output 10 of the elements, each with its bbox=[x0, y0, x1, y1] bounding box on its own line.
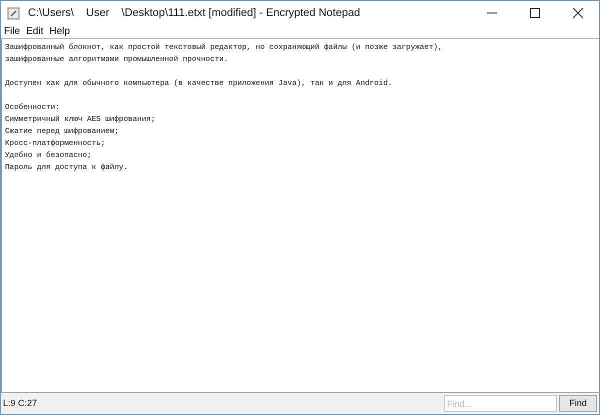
app-icon bbox=[7, 6, 20, 20]
find-button[interactable]: Find bbox=[559, 395, 597, 412]
menu-item[interactable]: Help bbox=[49, 24, 70, 39]
menu-item[interactable]: File bbox=[4, 24, 20, 39]
menu-item[interactable]: Edit bbox=[26, 24, 44, 39]
window-title: C:\Users\ User \Desktop\111.etxt [modified] - Encrypted Notepad bbox=[28, 6, 360, 21]
cursor-position: L:9 C:27 bbox=[3, 396, 38, 410]
close-icon[interactable] bbox=[573, 8, 583, 18]
maximize-icon[interactable] bbox=[530, 8, 540, 18]
find-field[interactable]: Find... bbox=[444, 395, 557, 412]
